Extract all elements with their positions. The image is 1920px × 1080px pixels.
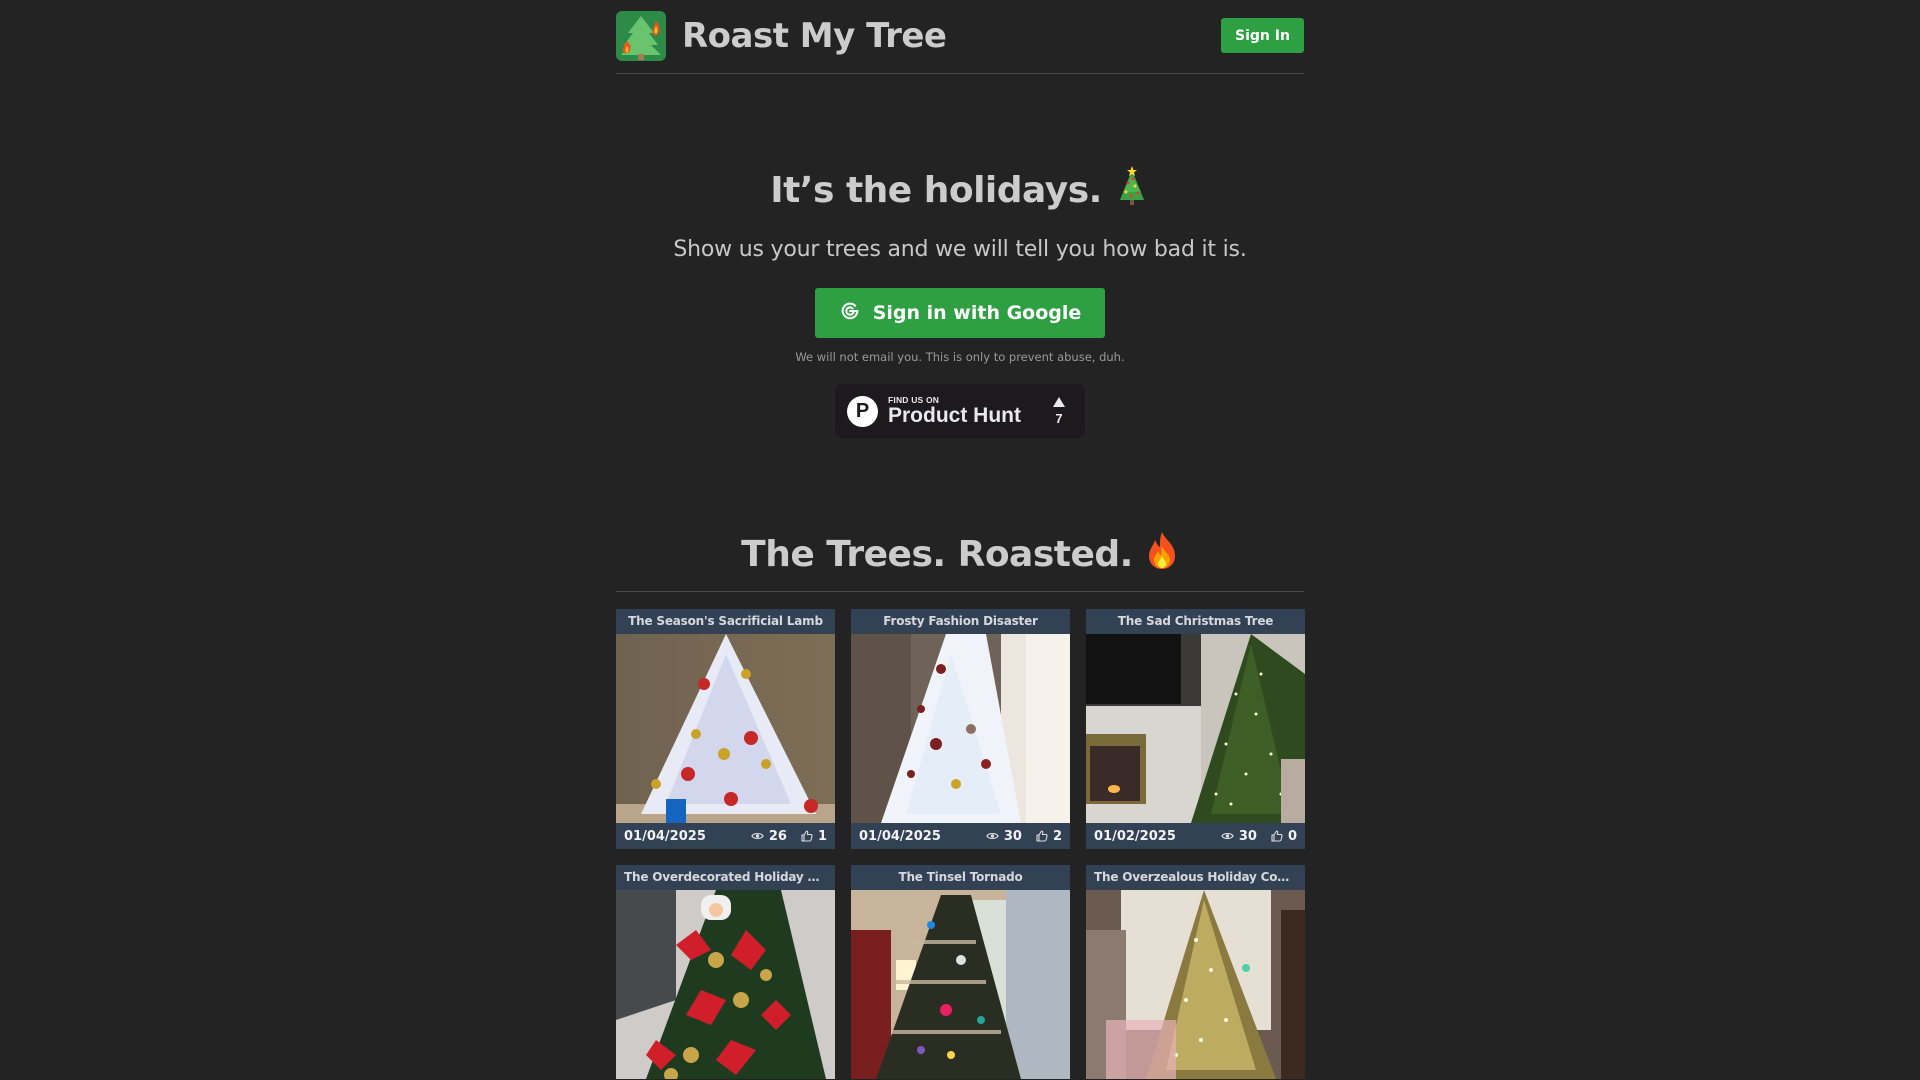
view-count: 30 — [1221, 829, 1257, 844]
likes-value: 0 — [1287, 828, 1297, 844]
product-hunt-logo-icon: P — [847, 395, 878, 427]
view-count: 30 — [986, 829, 1022, 844]
google-button-label: Sign in with Google — [872, 302, 1082, 324]
sign-in-button[interactable]: Sign In — [1221, 18, 1304, 53]
like-count[interactable]: 1 — [801, 829, 827, 844]
product-hunt-badge[interactable]: P FIND US ON Product Hunt 7 — [835, 384, 1085, 438]
tree-grid: The Season's Sacrificial Lamb 0 1/04/2025… — [616, 609, 1305, 1079]
eye-icon — [1221, 832, 1234, 840]
card-title: The Overdecorated Holiday Disa... — [624, 870, 835, 884]
card-date: 01/04/2025 — [624, 828, 706, 844]
likes-value: 2 — [1052, 828, 1062, 844]
views-value: 30 — [1238, 828, 1257, 844]
tree-image[interactable] — [851, 890, 1070, 1079]
sign-in-with-google-button[interactable]: Sign in with Google — [815, 288, 1105, 338]
card-date: 01/04/2025 — [859, 828, 941, 844]
gallery-title: The Trees. Roasted. — [616, 530, 1304, 592]
tree-card[interactable]: The Season's Sacrificial Lamb 01/04/2025… — [616, 609, 835, 849]
hero-section: It’s the holidays. Show us your trees an… — [616, 74, 1304, 438]
tree-image[interactable] — [616, 634, 835, 823]
hero-title: It’s the holidays. — [770, 166, 1150, 215]
card-date: 01/02/2025 — [1094, 828, 1176, 844]
like-count[interactable]: 2 — [1036, 829, 1062, 844]
brand-title: Roast My Tree — [682, 15, 947, 56]
tree-card[interactable]: The Overzealous Holiday Cousin... — [1086, 865, 1305, 1079]
privacy-note: We will not email you. This is only to p… — [795, 350, 1125, 364]
card-title: The Overzealous Holiday Cousin... — [1094, 870, 1305, 884]
brand[interactable]: Roast My Tree — [616, 10, 947, 61]
page: Roast My Tree Sign In It’s the holidays. — [616, 0, 1305, 1079]
eye-icon — [986, 832, 999, 840]
thumbs-up-icon — [801, 830, 813, 842]
tree-card[interactable]: The Tinsel Tornado — [851, 865, 1070, 1079]
card-footer: 01/02/2025 30 0 — [1086, 823, 1305, 849]
card-title: Frosty Fashion Disaster — [883, 614, 1038, 628]
card-title: The Season's Sacrificial Lamb — [628, 614, 823, 628]
views-value: 30 — [1003, 828, 1022, 844]
tree-image[interactable] — [616, 890, 835, 1079]
header: Roast My Tree Sign In — [616, 0, 1304, 74]
tree-card[interactable]: Frosty Fashion Disaster 01/04/2025 30 2 — [851, 609, 1070, 849]
card-footer: 01/04/2025 26 1 — [616, 823, 835, 849]
product-hunt-text: FIND US ON Product Hunt — [888, 395, 1039, 427]
hero-subtitle: Show us your trees and we will tell you … — [673, 237, 1247, 262]
hero-title-text: It’s the holidays. — [770, 170, 1102, 211]
eye-icon — [751, 832, 764, 840]
thumbs-up-icon — [1036, 830, 1048, 842]
tree-image[interactable] — [1086, 634, 1305, 823]
product-hunt-upvote: 7 — [1049, 396, 1069, 426]
likes-value: 1 — [817, 828, 827, 844]
card-footer: 01/04/2025 30 2 — [851, 823, 1070, 849]
product-hunt-big-label: Product Hunt — [888, 404, 1021, 427]
gallery-title-text: The Trees. Roasted. — [741, 534, 1133, 575]
tree-card[interactable]: The Sad Christmas Tree 01/02/2025 30 0 — [1086, 609, 1305, 849]
like-count[interactable]: 0 — [1271, 829, 1297, 844]
upvote-triangle-icon — [1053, 396, 1065, 407]
card-title: The Sad Christmas Tree — [1117, 614, 1274, 628]
fire-icon — [1145, 530, 1179, 579]
burning-tree-icon — [616, 10, 666, 61]
christmas-tree-icon — [1114, 166, 1150, 215]
upvote-count: 7 — [1055, 410, 1063, 426]
google-g-icon — [839, 300, 861, 327]
view-count: 26 — [751, 829, 787, 844]
tree-image[interactable] — [851, 634, 1070, 823]
tree-image[interactable] — [1086, 890, 1305, 1079]
tree-card[interactable]: The Overdecorated Holiday Disa... — [616, 865, 835, 1079]
card-title: The Tinsel Tornado — [898, 870, 1023, 884]
thumbs-up-icon — [1271, 830, 1283, 842]
views-value: 26 — [768, 828, 787, 844]
